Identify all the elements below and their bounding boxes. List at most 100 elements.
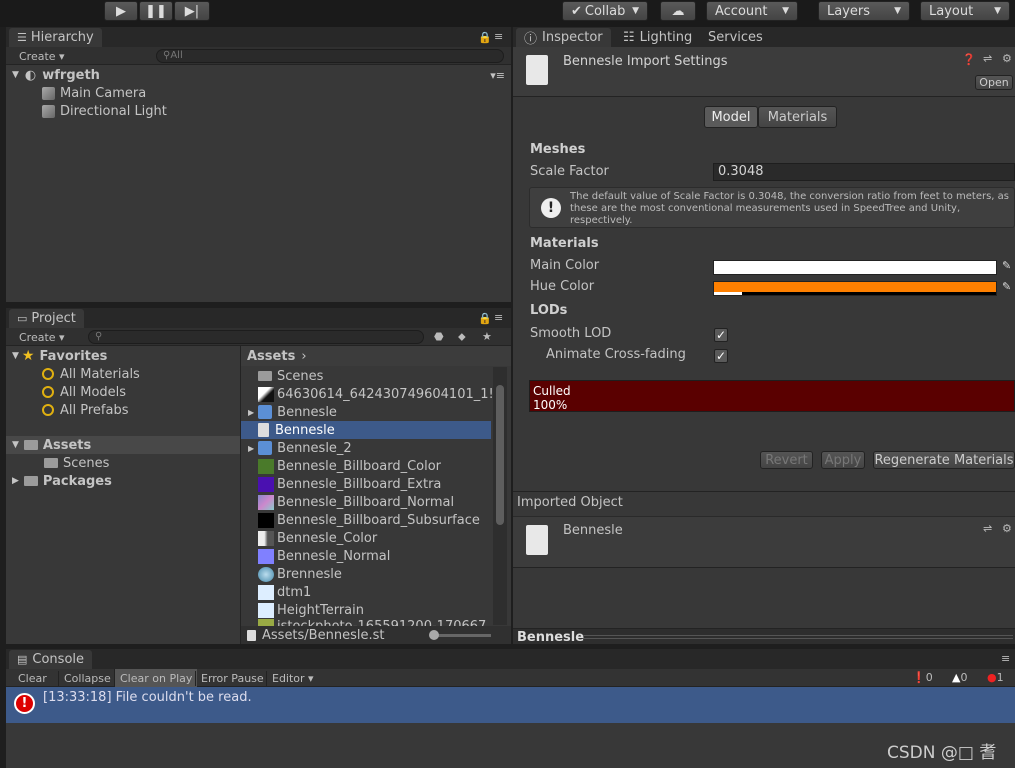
favorite-item-all-models[interactable]: All Models <box>42 383 126 401</box>
smooth-lod-checkbox[interactable]: ✓ <box>714 328 728 342</box>
tab-console[interactable]: ▤ Console <box>9 650 93 669</box>
project-search-input[interactable]: ⚲ <box>88 330 424 344</box>
step-button[interactable]: ▶| <box>174 1 210 21</box>
step-icon: ▶| <box>184 3 200 19</box>
file-list-scrollbar[interactable] <box>493 367 507 625</box>
lod-bar[interactable]: Culled 100% <box>529 380 1015 412</box>
file-item[interactable]: Scenes <box>258 367 323 385</box>
collab-dropdown[interactable]: ✔ Collab ▼ <box>562 1 648 21</box>
hierarchy-create-button[interactable]: Create ▾ <box>19 50 65 63</box>
apply-button[interactable]: Apply <box>821 451 865 469</box>
cloud-button[interactable]: ☁ <box>660 1 696 21</box>
scenes-tree-row[interactable]: Scenes <box>44 454 109 472</box>
editor-dropdown[interactable]: Editor ▾ <box>266 671 319 686</box>
lock-icon[interactable]: 🔒 <box>478 31 492 44</box>
file-item[interactable]: HeightTerrain <box>258 601 364 619</box>
animate-crossfade-label: Animate Cross-fading <box>546 347 686 362</box>
gear-icon[interactable]: ⚙ <box>1002 52 1012 65</box>
help-icon[interactable]: ❓ <box>962 53 976 66</box>
filter-type-icon[interactable]: ⬣ <box>434 330 444 343</box>
file-item[interactable]: ▶ Bennesle_2 <box>248 439 352 457</box>
collapse-button[interactable]: Collapse <box>58 671 116 686</box>
file-item[interactable]: dtm1 <box>258 583 311 601</box>
play-button[interactable]: ▶ <box>104 1 138 21</box>
check-icon: ✔ <box>571 3 582 19</box>
favorite-item-all-materials[interactable]: All Materials <box>42 365 140 383</box>
console-log-entry[interactable]: ! [13:33:18] File couldn't be read. <box>6 687 1015 723</box>
scene-name: wfrgeth <box>42 67 100 83</box>
preset-icon[interactable]: ⇌ <box>983 522 992 535</box>
warning-icon: ! <box>541 198 561 218</box>
scene-menu-icon[interactable]: ▾≡ <box>490 69 505 82</box>
file-item[interactable]: ▶ Bennesle <box>248 403 337 421</box>
hue-color-swatch[interactable] <box>713 281 997 296</box>
file-item[interactable]: Bennesle_Color <box>258 529 377 547</box>
star-filter-icon[interactable]: ★ <box>482 330 492 343</box>
info-icon: ❗ <box>912 671 926 684</box>
hierarchy-search-input[interactable]: ⚲All <box>156 49 504 63</box>
path-label: Assets/Bennesle.st <box>247 626 384 644</box>
account-dropdown[interactable]: Account ▼ <box>706 1 798 21</box>
lock-icon[interactable]: 🔒 <box>478 312 492 325</box>
main-color-label: Main Color <box>530 258 600 273</box>
tab-lighting[interactable]: ☷ Lighting <box>615 28 700 47</box>
scale-factor-input[interactable]: 0.3048 <box>713 163 1015 181</box>
console-tabbar <box>6 649 1015 669</box>
layers-dropdown[interactable]: Layers ▼ <box>818 1 910 21</box>
preview-header[interactable]: Bennesle <box>513 628 1015 645</box>
chevron-down-icon: ▼ <box>632 6 639 16</box>
animate-crossfade-checkbox[interactable]: ✓ <box>714 349 728 363</box>
clear-on-play-toggle[interactable]: Clear on Play <box>114 669 198 688</box>
texture-icon <box>258 548 274 564</box>
preset-icon[interactable]: ⇌ <box>983 52 992 65</box>
main-color-swatch[interactable] <box>713 260 997 275</box>
hierarchy-item-directional-light[interactable]: Directional Light <box>42 102 167 120</box>
slider-handle[interactable] <box>429 630 439 640</box>
open-button[interactable]: Open <box>975 75 1013 90</box>
file-item[interactable]: Bennesle_Billboard_Color <box>258 457 441 475</box>
favorite-item-all-prefabs[interactable]: All Prefabs <box>42 401 129 419</box>
file-item[interactable]: Brennesle <box>258 565 342 583</box>
file-item[interactable]: Bennesle_Billboard_Extra <box>258 475 441 493</box>
favorites-row[interactable]: ▼ ★ Favorites <box>12 347 107 365</box>
project-create-button[interactable]: Create ▾ <box>19 331 65 344</box>
clear-button[interactable]: Clear <box>13 671 52 686</box>
hierarchy-item-main-camera[interactable]: Main Camera <box>42 84 146 102</box>
pause-button[interactable]: ❚❚ <box>139 1 173 21</box>
icon-size-slider[interactable] <box>431 634 491 637</box>
preview-drag-handle[interactable] <box>583 635 1013 639</box>
error-count-toggle[interactable]: ●1 <box>987 671 1004 684</box>
filter-label-icon[interactable]: ⬥ <box>458 330 466 344</box>
tab-project[interactable]: ▭ Project <box>9 309 84 328</box>
info-count-toggle[interactable]: ❗0 <box>912 671 933 684</box>
warning-count-toggle[interactable]: ▲0 <box>952 671 967 684</box>
file-item[interactable]: 64630614_642430749604101_1! <box>258 385 494 403</box>
pause-icon: ❚❚ <box>145 3 167 19</box>
scene-row[interactable]: ▼ ◐ wfrgeth ▾≡ <box>12 66 511 84</box>
gear-icon[interactable]: ⚙ <box>1002 522 1012 535</box>
packages-tree-row[interactable]: ▶ Packages <box>12 472 112 490</box>
file-item[interactable]: Bennesle_Billboard_Subsurface <box>258 511 480 529</box>
tab-services[interactable]: Services <box>700 28 771 47</box>
scrollbar-thumb[interactable] <box>496 385 504 525</box>
panel-menu-icon[interactable]: ≡ <box>494 311 503 324</box>
tab-inspector[interactable]: ⓘ Inspector <box>516 28 611 47</box>
revert-button[interactable]: Revert <box>760 451 813 469</box>
project-panel: Create ▾ ⚲ ⬣ ⬥ ★ ▼ ★ Favorites All Materia… <box>6 328 511 644</box>
error-pause-button[interactable]: Error Pause <box>195 671 269 686</box>
panel-menu-icon[interactable]: ≡ <box>494 30 503 43</box>
file-item-selected[interactable]: Bennesle <box>241 421 491 439</box>
panel-menu-icon[interactable]: ≡ <box>1001 652 1010 665</box>
regenerate-materials-button[interactable]: Regenerate Materials <box>873 451 1015 469</box>
tab-hierarchy[interactable]: ☰ Hierarchy <box>9 28 102 47</box>
path-bar: Assets/Bennesle.st <box>241 626 511 644</box>
file-item[interactable]: Bennesle_Normal <box>258 547 390 565</box>
eyedropper-icon[interactable]: ✎ <box>1002 259 1011 272</box>
assets-tree-row[interactable]: ▼ Assets <box>6 436 240 454</box>
model-tab-button[interactable]: Model <box>704 106 758 128</box>
layout-dropdown[interactable]: Layout ▼ <box>920 1 1010 21</box>
eyedropper-icon[interactable]: ✎ <box>1002 280 1011 293</box>
materials-tab-button[interactable]: Materials <box>758 106 837 128</box>
file-item[interactable]: Bennesle_Billboard_Normal <box>258 493 454 511</box>
breadcrumb-assets[interactable]: Assets › <box>247 347 307 365</box>
